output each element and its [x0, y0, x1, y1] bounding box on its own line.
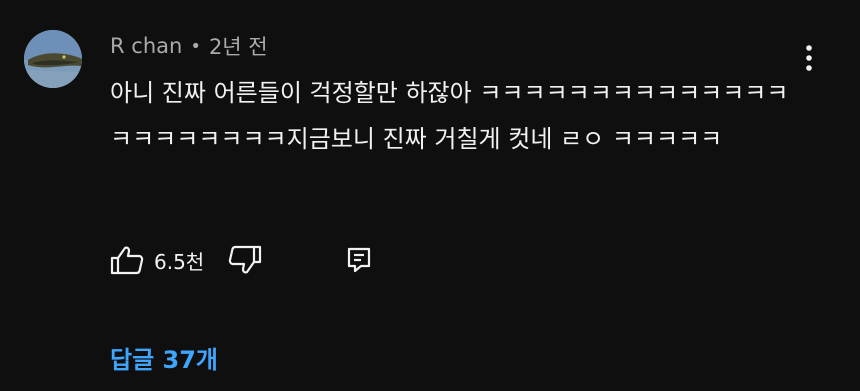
avatar-image — [24, 30, 82, 88]
thumbs-up-icon — [110, 246, 144, 275]
comment-actions: 6.5천 — [108, 242, 378, 278]
comment-timestamp[interactable]: 2년 전 — [209, 31, 268, 61]
reply-comment-icon — [348, 247, 371, 273]
header-separator: • — [190, 35, 201, 57]
dislike-button[interactable] — [226, 242, 264, 278]
avatar[interactable] — [24, 30, 82, 88]
thumbs-down-icon — [229, 245, 262, 274]
more-vertical-icon — [806, 45, 812, 71]
view-replies-link[interactable]: 답글 37개 — [110, 340, 218, 375]
author-name[interactable]: R chan — [110, 34, 182, 58]
comment-thread: R chan • 2년 전 아니 진짜 어른들이 걱정할만 하잖아 ㅋㅋㅋㅋㅋㅋ… — [0, 0, 860, 391]
reply-button[interactable] — [340, 242, 378, 278]
comment-text: 아니 진짜 어른들이 걱정할만 하잖아 ㅋㅋㅋㅋㅋㅋㅋㅋㅋㅋㅋㅋㅋㅋㅋㅋㅋㅋㅋㅋ… — [110, 79, 789, 153]
like-button[interactable] — [108, 242, 146, 278]
like-count: 6.5천 — [154, 249, 205, 274]
comment-header: R chan • 2년 전 — [110, 33, 268, 59]
